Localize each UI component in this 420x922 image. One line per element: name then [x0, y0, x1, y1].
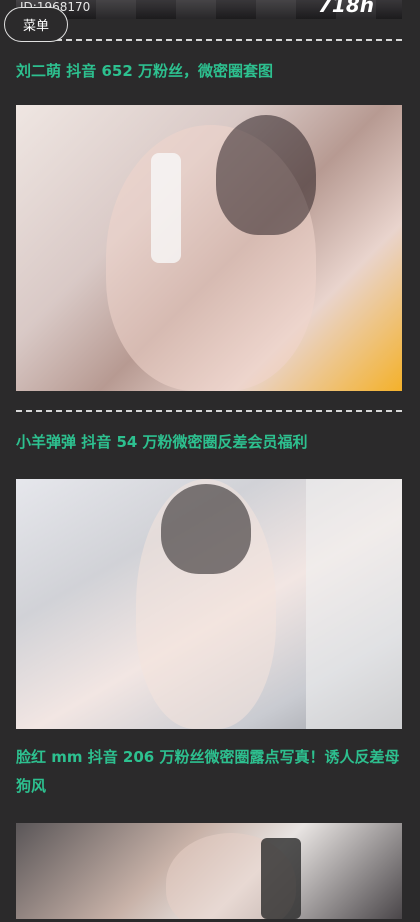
divider [16, 39, 402, 41]
post-title-1[interactable]: 刘二萌 抖音 652 万粉丝，微密圈套图 [16, 57, 402, 86]
image-watermark: 718h [318, 0, 374, 17]
post-image-3[interactable] [16, 823, 402, 919]
divider [16, 410, 402, 412]
post-title-3[interactable]: 脸红 mm 抖音 206 万粉丝微密圈露点写真！诱人反差母狗风 [16, 743, 402, 801]
post-image-2[interactable] [16, 479, 402, 729]
post-feed: ID:1968170 718h 刘二萌 抖音 652 万粉丝，微密圈套图 小羊弹… [16, 0, 402, 919]
post-image-top[interactable]: ID:1968170 718h [16, 0, 402, 19]
post-title-2[interactable]: 小羊弹弹 抖音 54 万粉微密圈反差会员福利 [16, 428, 402, 457]
post-image-1[interactable] [16, 105, 402, 391]
menu-button[interactable]: 菜单 [4, 7, 68, 42]
